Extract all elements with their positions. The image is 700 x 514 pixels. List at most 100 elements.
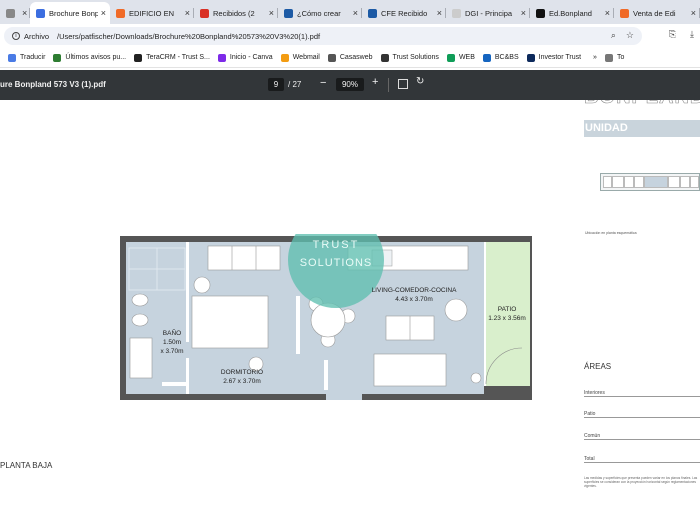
bookmark-icon: [446, 53, 455, 62]
zoom-out-button[interactable]: −: [320, 77, 326, 89]
bookmark-item[interactable]: Últimos avisos pu...: [53, 53, 126, 62]
browser-tab[interactable]: EDIFICIO EN ×: [110, 2, 194, 24]
bookmark-item[interactable]: Webmail: [280, 53, 320, 62]
address-bar: i Archivo /Users/patfischer/Downloads/Br…: [0, 24, 700, 48]
minimap-cell: [603, 176, 612, 188]
dgi-icon: [452, 8, 461, 18]
bidet: [131, 293, 149, 307]
m-icon: [368, 8, 377, 18]
browser-tab[interactable]: A×: [0, 2, 30, 24]
bookmark-item[interactable]: WEB: [446, 53, 475, 62]
bookmark-item[interactable]: Inicio - Canva: [217, 53, 273, 62]
browser-tab[interactable]: ¿Cómo crear ×: [278, 2, 362, 24]
page-number-input[interactable]: 9: [268, 78, 284, 91]
extensions-icon[interactable]: ⎘: [669, 29, 676, 40]
room-name-living: LIVING-COMEDOR-COCINA: [372, 287, 458, 294]
close-icon[interactable]: ×: [437, 8, 442, 18]
bookmark-icon: [327, 53, 336, 62]
bookmark-item[interactable]: Traducir: [8, 53, 46, 62]
area-row: Común: [584, 433, 700, 440]
dining-table: [310, 302, 346, 338]
browser-tab[interactable]: CFE Recibido ×: [362, 2, 446, 24]
doc-icon: [536, 8, 545, 18]
bed: [191, 295, 269, 349]
bookmark-item[interactable]: BC&BS: [482, 53, 519, 62]
close-icon[interactable]: ×: [101, 8, 106, 18]
room-name-dormitorio: DORMITORIO: [221, 369, 263, 376]
minimap-cell: [690, 176, 699, 188]
room-name-patio: PATIO: [498, 306, 517, 313]
nightstand-lamp: [193, 276, 211, 294]
sofa: [373, 353, 447, 387]
location-caption: Ubicación en planta esquemática: [585, 231, 637, 235]
partition-wall: [324, 360, 328, 390]
bookmark-label: Trust Solutions: [392, 54, 439, 61]
close-icon[interactable]: ×: [353, 8, 358, 18]
bookmark-icon: [482, 53, 491, 62]
close-icon[interactable]: ×: [605, 8, 610, 18]
partition-wall: [296, 296, 300, 354]
armchair: [444, 298, 468, 322]
bookmark-label: Casasweb: [339, 54, 373, 61]
tab-strip: A×Brochure Bonpla×EDIFICIO EN×Recibidos …: [0, 0, 700, 24]
bookmark-icon: [280, 53, 289, 62]
zoom-icon[interactable]: ⌕: [611, 30, 616, 41]
wardrobe: [207, 245, 281, 271]
watermark-text: TRUST: [313, 239, 360, 251]
bookmark-label: WEB: [458, 54, 475, 61]
page-icon: [6, 8, 15, 18]
rotate-icon[interactable]: ↻: [416, 76, 424, 87]
zoom-level-input[interactable]: 90%: [336, 78, 364, 91]
bookmark-label: Traducir: [20, 54, 46, 61]
zoom-in-button[interactable]: +: [372, 76, 378, 88]
star-icon[interactable]: ☆: [626, 30, 634, 41]
unit-banner: UNIDAD: [584, 120, 700, 137]
close-icon[interactable]: ×: [22, 8, 27, 18]
entrance-door: [326, 394, 362, 400]
browser-tab[interactable]: Recibidos (2 ×: [194, 2, 278, 24]
scheme-label: Archivo: [24, 31, 50, 41]
toilet: [131, 313, 149, 327]
info-icon[interactable]: i: [12, 32, 20, 40]
bookmark-item[interactable]: Investor Trust: [526, 53, 581, 62]
bookmark-label: TeraCRM - Trust S...: [146, 54, 210, 61]
bookmark-label: To: [616, 54, 625, 61]
patio-floor: [486, 242, 530, 386]
tab-label: CFE Recibido: [381, 8, 428, 18]
bookmark-icon: [217, 53, 226, 62]
close-icon[interactable]: ×: [269, 8, 274, 18]
browser-tab[interactable]: Brochure Bonpla×: [30, 2, 110, 24]
browser-tab[interactable]: Ed.Bonpland ×: [530, 2, 614, 24]
area-row: Interiores: [584, 390, 700, 397]
bookmark-icon: [380, 53, 389, 62]
pdf-title: ure Bonpland 573 V3 (1).pdf: [0, 80, 106, 89]
bookmarks-overflow-button[interactable]: »: [593, 54, 597, 61]
orange-icon: [116, 8, 125, 18]
bookmark-item[interactable]: To: [604, 53, 625, 62]
minimap-cell: [668, 176, 680, 188]
url-text[interactable]: /Users/patfischer/Downloads/Brochure%20B…: [57, 32, 320, 41]
area-row: Patio: [584, 411, 700, 418]
room-dim-dormitorio: 2.67 x 3.70m: [223, 378, 261, 385]
tab-label: Ed.Bonpland: [549, 8, 592, 18]
tab-label: Brochure Bonpla: [49, 8, 98, 18]
close-icon[interactable]: ×: [185, 8, 190, 18]
bookmark-item[interactable]: Casasweb: [327, 53, 373, 62]
bookmark-item[interactable]: Trust Solutions: [380, 53, 439, 62]
room-dim-living: 4.43 x 3.70m: [395, 296, 433, 303]
tab-label: EDIFICIO EN: [129, 8, 175, 18]
omnibox[interactable]: i Archivo /Users/patfischer/Downloads/Br…: [4, 27, 642, 45]
room-name-bano: BAÑO: [163, 328, 181, 337]
tab-label: ¿Cómo crear: [297, 8, 341, 18]
bookmark-icon: [526, 53, 535, 62]
download-icon[interactable]: ⤓: [690, 29, 694, 40]
footnote: Las medidas y superficies que presenta p…: [584, 476, 698, 489]
bookmark-item[interactable]: TeraCRM - Trust S...: [134, 53, 210, 62]
bathroom-wall: [186, 358, 189, 394]
close-icon[interactable]: ×: [691, 8, 696, 18]
fit-page-icon[interactable]: [398, 79, 408, 89]
browser-tab[interactable]: DGI - Principa ×: [446, 2, 530, 24]
close-icon[interactable]: ×: [521, 8, 526, 18]
browser-tab[interactable]: Venta de Edi ×: [614, 2, 700, 24]
bookmark-label: Webmail: [292, 54, 320, 61]
